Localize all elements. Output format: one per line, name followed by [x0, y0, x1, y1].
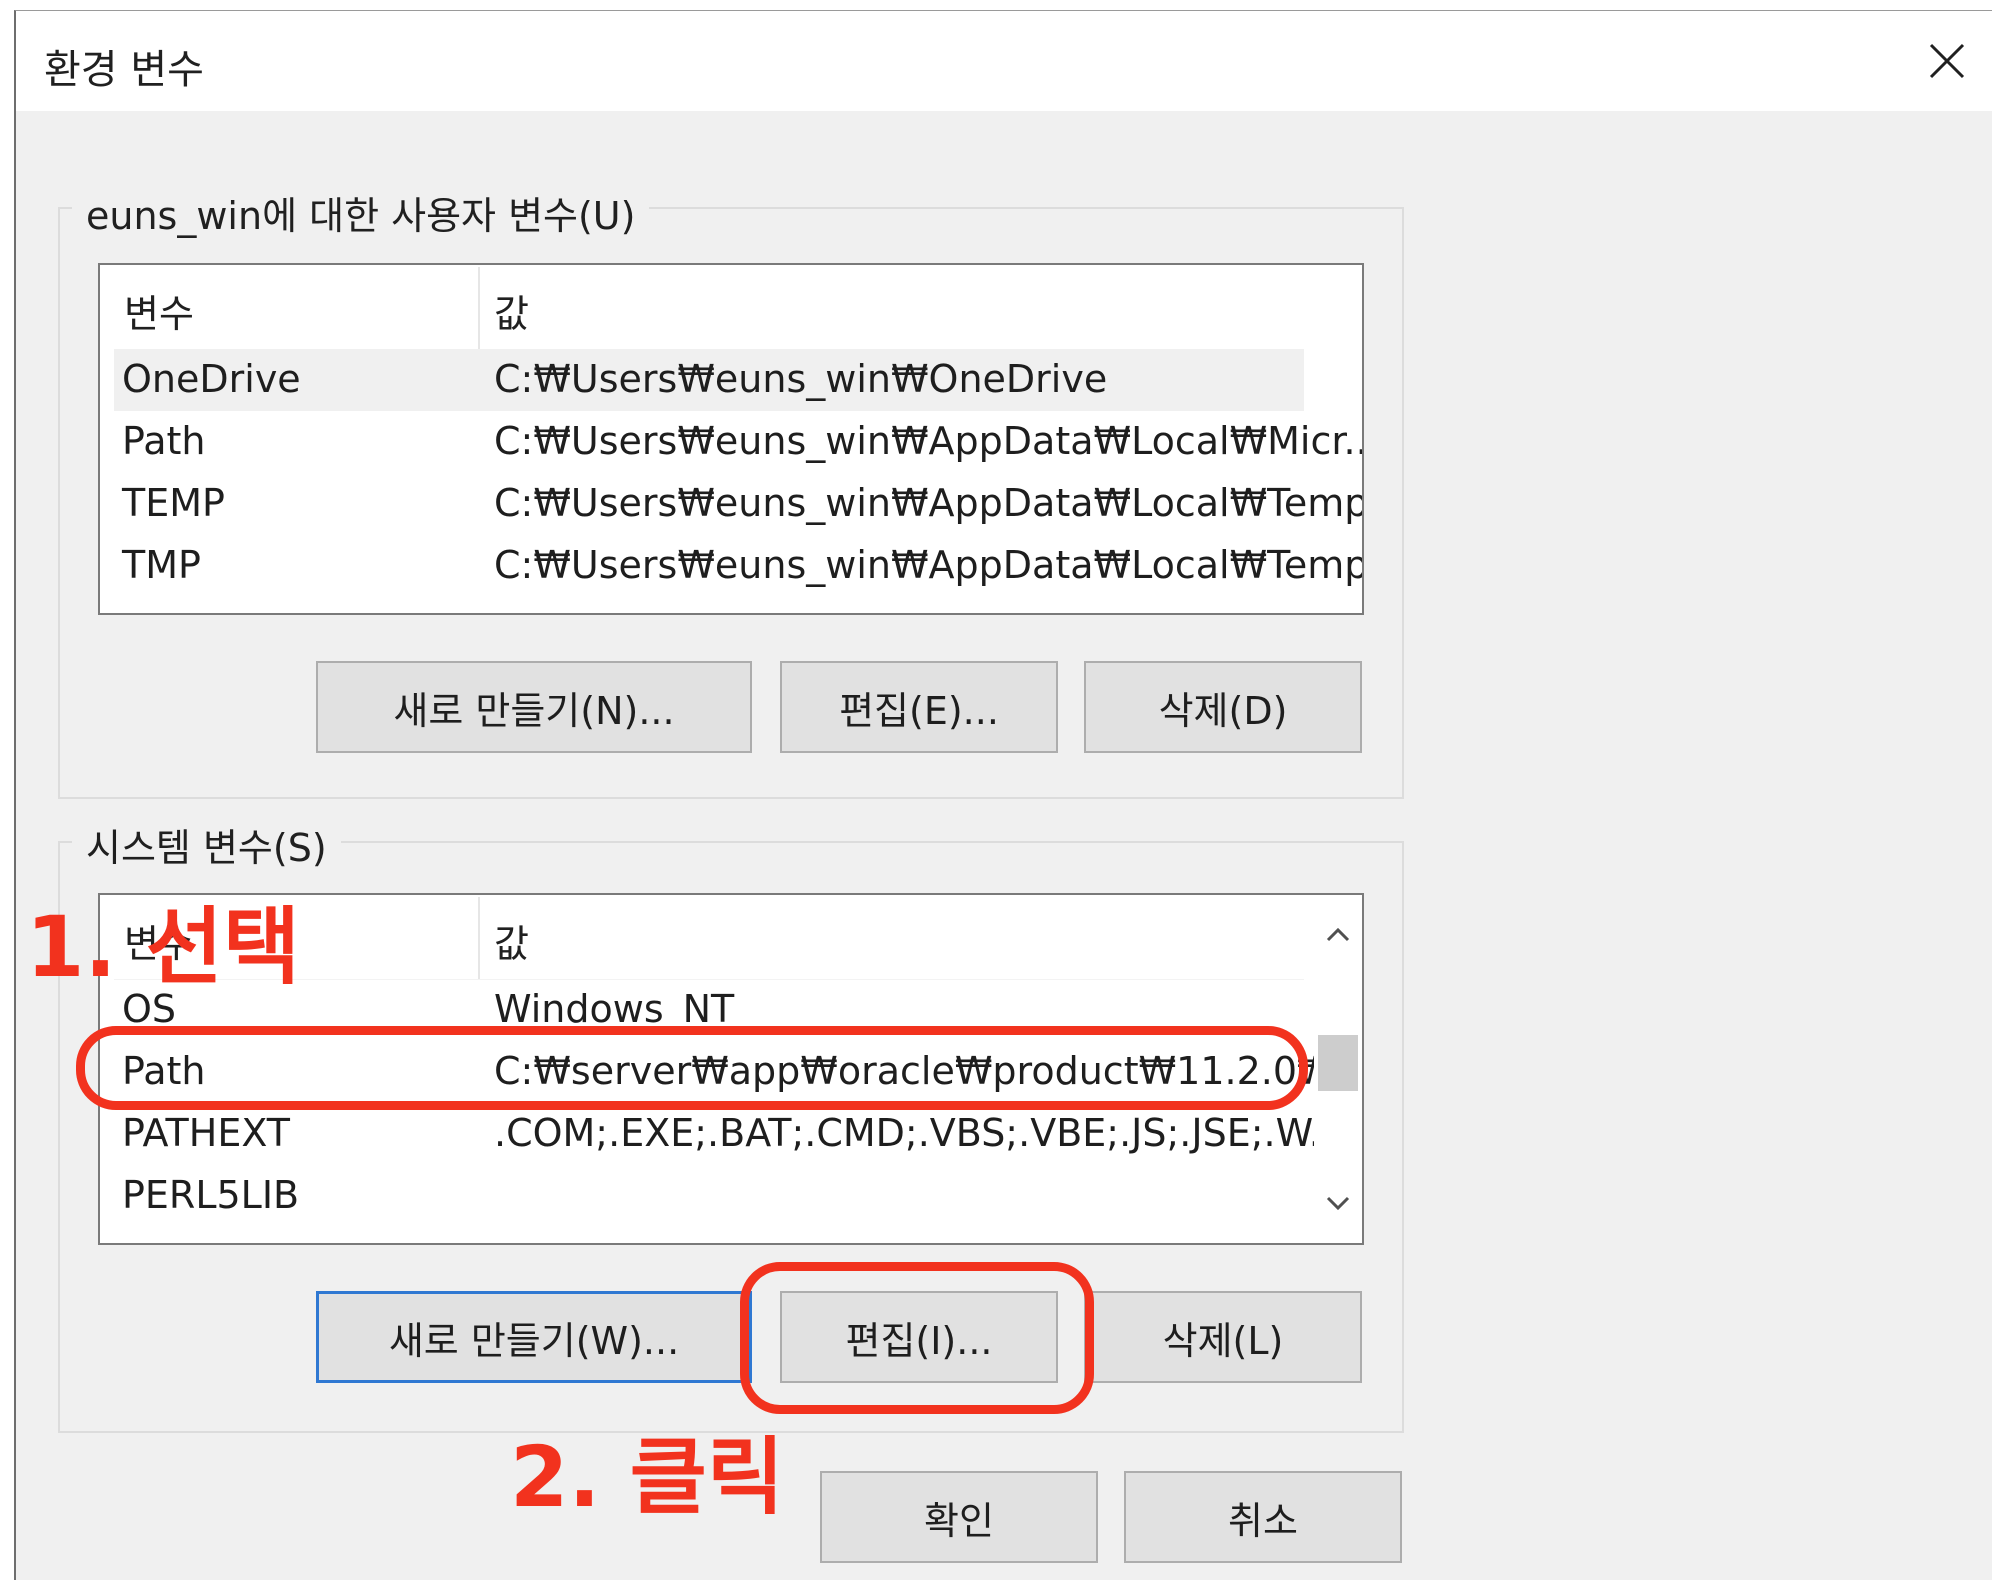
user-edit-button[interactable]: 편집(E)... — [780, 661, 1058, 753]
chevron-down-icon — [1326, 1196, 1350, 1211]
ok-button[interactable]: 확인 — [820, 1471, 1098, 1563]
user-delete-button[interactable]: 삭제(D) — [1084, 661, 1362, 753]
scrollbar-thumb[interactable] — [1318, 1035, 1358, 1091]
scroll-down-button[interactable] — [1314, 1179, 1362, 1229]
column-header-value[interactable]: 값 — [494, 913, 529, 968]
close-icon — [1929, 43, 1965, 79]
annotation-click-ring — [740, 1262, 1094, 1414]
list-item[interactable]: TEMP C:₩Users₩euns_win₩AppData₩Local₩Tem… — [114, 473, 1362, 535]
user-new-button[interactable]: 새로 만들기(N)... — [316, 661, 752, 753]
column-header-variable[interactable]: 변수 — [124, 283, 194, 338]
annotation-step1-label: 1. 선택 — [26, 898, 301, 996]
user-variables-list[interactable]: 변수 값 OneDrive C:₩Users₩euns_win₩OneDrive… — [98, 263, 1364, 615]
cancel-button[interactable]: 취소 — [1124, 1471, 1402, 1563]
system-new-button[interactable]: 새로 만들기(W)... — [316, 1291, 752, 1383]
list-item[interactable]: Path C:₩Users₩euns_win₩AppData₩Local₩Mic… — [114, 411, 1362, 473]
user-variables-legend: euns_win에 대한 사용자 변수(U) — [72, 185, 650, 240]
user-list-header: 변수 값 — [114, 267, 1304, 350]
annotation-select-ring — [76, 1026, 1308, 1110]
close-button[interactable] — [1902, 11, 1992, 111]
column-header-value[interactable]: 값 — [494, 283, 529, 338]
title-bar: 환경 변수 — [16, 11, 1992, 111]
vertical-scrollbar[interactable] — [1314, 895, 1362, 1243]
list-item[interactable]: OneDrive C:₩Users₩euns_win₩OneDrive — [114, 349, 1304, 411]
dialog-title: 환경 변수 — [44, 47, 204, 93]
system-variables-legend: 시스템 변수(S) — [72, 817, 341, 872]
chevron-up-icon — [1326, 927, 1350, 942]
scroll-up-button[interactable] — [1314, 909, 1362, 959]
list-item[interactable]: TMP C:₩Users₩euns_win₩AppData₩Local₩Temp — [114, 535, 1362, 597]
annotation-step2-label: 2. 클릭 — [510, 1428, 785, 1526]
list-item[interactable]: PERL5LIB — [114, 1165, 1304, 1227]
system-delete-button[interactable]: 삭제(L) — [1084, 1291, 1362, 1383]
list-item[interactable]: PATHEXT .COM;.EXE;.BAT;.CMD;.VBS;.VBE;.J… — [114, 1103, 1345, 1165]
